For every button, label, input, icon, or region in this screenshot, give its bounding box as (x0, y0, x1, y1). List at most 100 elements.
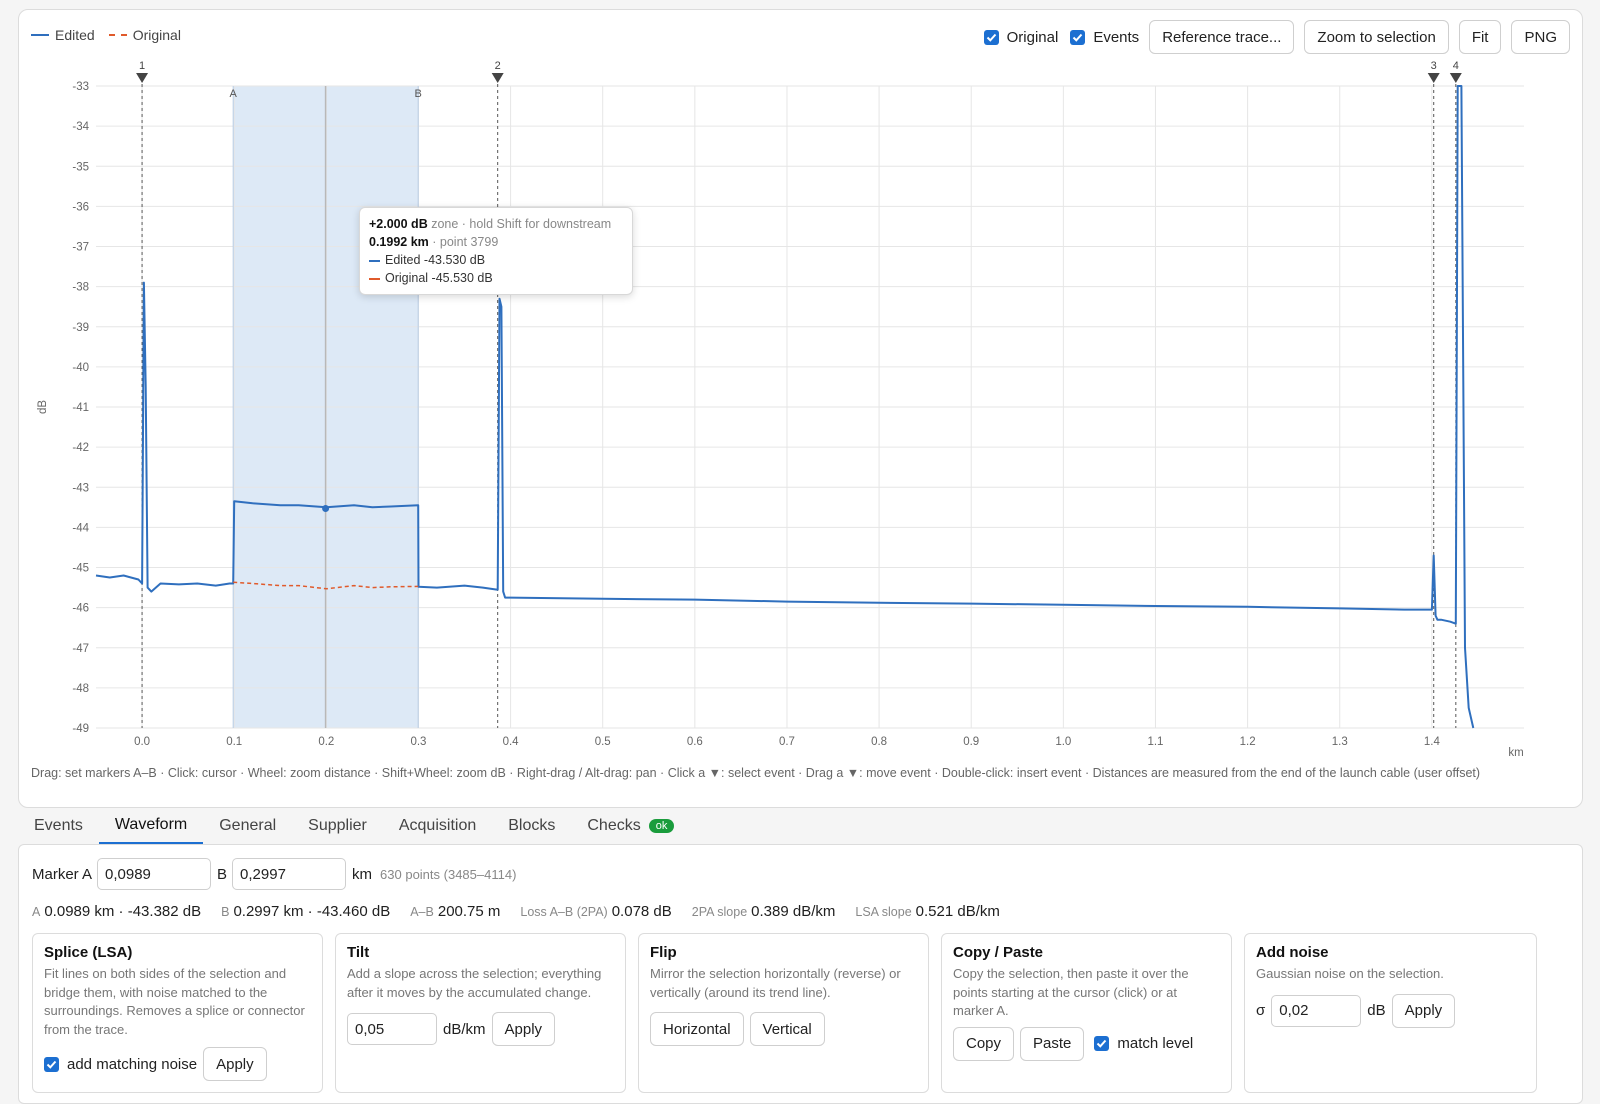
y-tick-label: -42 (72, 442, 89, 454)
flip-vertical-button[interactable]: Vertical (749, 1012, 825, 1046)
checkmark-icon (46, 1060, 57, 1069)
legend-label-original: Original (132, 27, 181, 43)
x-tick-label: 0.6 (687, 736, 703, 748)
match-level-checkbox[interactable] (1094, 1036, 1110, 1051)
event-marker-1[interactable] (136, 73, 149, 83)
tab-checks[interactable]: Checks ok (571, 808, 690, 844)
stat-lsa-label: LSA slope (855, 905, 912, 919)
events-toggle[interactable]: Events (1070, 29, 1139, 46)
tilt-slope-input[interactable] (347, 1013, 437, 1045)
y-tick-label: -48 (72, 683, 89, 695)
copy-paste-card: Copy / Paste Copy the selection, then pa… (941, 933, 1232, 1093)
add-noise-title: Add noise (1256, 944, 1329, 961)
copy-paste-title: Copy / Paste (953, 944, 1044, 961)
flip-card: Flip Mirror the selection horizontally (… (638, 933, 929, 1093)
tilt-unit: dB/km (443, 1020, 486, 1038)
x-tick-label: 0.8 (871, 736, 887, 748)
tab-supplier[interactable]: Supplier (292, 808, 383, 844)
tooltip-original-line: Original -45.530 dB (369, 269, 623, 287)
splice-card: Splice (LSA) Fit lines on both sides of … (32, 933, 323, 1093)
y-tick-label: -33 (72, 81, 89, 93)
events-checkbox[interactable] (1070, 29, 1086, 45)
flip-horizontal-button[interactable]: Horizontal (650, 1012, 744, 1046)
event-label-3: 3 (1431, 60, 1437, 72)
tooltip-original-swatch (369, 277, 380, 280)
png-export-button[interactable]: PNG (1511, 20, 1570, 54)
reference-trace-button[interactable]: Reference trace... (1149, 20, 1295, 54)
x-tick-label: 1.4 (1424, 736, 1441, 748)
event-marker-2[interactable] (491, 73, 504, 83)
legend-swatch-original (108, 34, 127, 36)
original-checkbox[interactable] (983, 29, 999, 45)
y-tick-label: -41 (72, 402, 89, 414)
marker-row: Marker A B km 630 points (3485–4114) (32, 858, 516, 890)
fit-button[interactable]: Fit (1458, 20, 1502, 54)
checkmark-icon (986, 33, 996, 42)
tab-label: Waveform (114, 816, 188, 833)
y-tick-label: -36 (72, 201, 89, 213)
event-marker-3[interactable] (1427, 73, 1440, 83)
stat-a-label: A (32, 905, 41, 919)
stat-a-value: 0.0989 km · -43.382 dB (44, 903, 202, 920)
chart-toolbar: Original Events Reference trace... Zoom … (983, 20, 1570, 54)
points-info: 630 points (3485–4114) (380, 866, 517, 882)
stat-2pa-label: 2PA slope (691, 905, 748, 919)
original-toggle[interactable]: Original (983, 29, 1058, 46)
x-tick-label: 1.0 (1055, 736, 1071, 748)
splice-apply-button[interactable]: Apply (203, 1047, 267, 1081)
x-tick-label: 0.1 (226, 736, 242, 748)
matching-noise-checkbox[interactable] (44, 1056, 59, 1072)
marker-a-input[interactable] (97, 858, 212, 890)
tooltip-distance-line: 0.1992 km · point 3799 (369, 233, 623, 251)
tab-general[interactable]: General (203, 808, 292, 844)
add-noise-apply-button[interactable]: Apply (1391, 993, 1456, 1028)
tilt-title: Tilt (347, 944, 370, 961)
tab-waveform[interactable]: Waveform (98, 808, 204, 844)
add-noise-description: Gaussian noise on the selection. (1256, 966, 1444, 981)
tab-acquisition[interactable]: Acquisition (383, 808, 492, 844)
paste-button[interactable]: Paste (1020, 1026, 1085, 1061)
stat-b-value: 0.2997 km · -43.460 dB (233, 903, 391, 920)
waveform-panel: Marker A B km 630 points (3485–4114) A0.… (18, 844, 1583, 1104)
otdr-trace-chart[interactable]: A B -33 -34 -35 -36 -37 -38 -39 -40 -41 -42 -43 -44 -4… (19, 10, 1584, 770)
checks-status-badge: ok (648, 819, 675, 833)
chart-card: A B -33 -34 -35 -36 -37 -38 -39 -40 -41 -42 -43 -44 -4… (18, 9, 1583, 808)
tab-label: Blocks (508, 817, 556, 834)
match-level-toggle[interactable]: match level (1094, 1035, 1193, 1052)
marker-a-label: Marker A (32, 865, 93, 883)
add-noise-controls: σ dB Apply (1256, 993, 1525, 1028)
event-marker-4[interactable] (1449, 73, 1462, 83)
stat-lsa-value: 0.521 dB/km (915, 903, 1000, 920)
tab-events[interactable]: Events (18, 808, 99, 844)
sigma-unit: dB (1367, 1002, 1386, 1019)
sigma-input[interactable] (1271, 994, 1362, 1027)
flip-title: Flip (650, 944, 677, 961)
x-tick-label: 0.2 (318, 736, 334, 748)
splice-title: Splice (LSA) (44, 944, 133, 961)
tab-label: Checks (587, 817, 641, 834)
stat-2pa-value: 0.389 dB/km (751, 903, 836, 920)
stat-lsa-slope: LSA slope 0.521 dB/km (855, 903, 1000, 920)
chart-legend: Edited Original (31, 27, 195, 43)
sigma-label: σ (1256, 1002, 1266, 1019)
event-label-4: 4 (1453, 60, 1459, 72)
tab-blocks[interactable]: Blocks (492, 808, 571, 844)
x-tick-label: 0.3 (410, 736, 426, 748)
y-tick-label: -45 (72, 563, 89, 575)
marker-b-input[interactable] (232, 858, 347, 890)
tilt-description: Add a slope across the selection; everyt… (347, 966, 602, 1000)
zoom-to-selection-button[interactable]: Zoom to selection (1304, 20, 1449, 54)
event-label-2: 2 (495, 60, 501, 72)
y-tick-label: -43 (72, 482, 89, 494)
x-tick-label: 0.9 (963, 736, 979, 748)
tilt-apply-button[interactable]: Apply (491, 1012, 556, 1046)
legend-item-original: Original (108, 27, 181, 43)
matching-noise-toggle[interactable]: add matching noise (44, 1056, 197, 1073)
copy-button[interactable]: Copy (953, 1026, 1015, 1061)
legend-item-edited: Edited (31, 27, 95, 43)
interaction-hint: Drag: set markers A–B · Click: cursor · … (31, 766, 1481, 780)
x-tick-label: 1.1 (1147, 736, 1163, 748)
splice-controls: add matching noise Apply (44, 1047, 311, 1081)
copy-paste-controls: Copy Paste match level (953, 1026, 1220, 1061)
cursor-point (322, 505, 330, 513)
